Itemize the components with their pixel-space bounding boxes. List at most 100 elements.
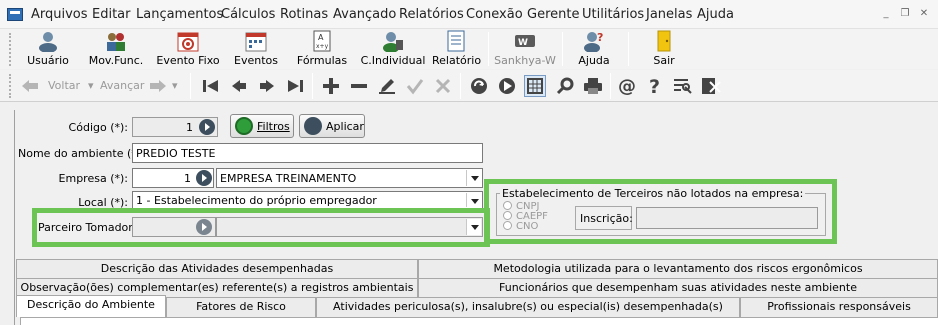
voltar-button[interactable]: Voltar (48, 79, 80, 92)
inscricao-label: Inscrição: (580, 212, 633, 225)
next-record-icon[interactable] (256, 75, 278, 97)
parceiro-lookup-icon[interactable] (196, 219, 212, 235)
ajuda-label: Ajuda (578, 54, 610, 67)
first-record-icon[interactable] (200, 75, 222, 97)
aplicar-button[interactable]: Aplicar (299, 114, 365, 138)
filter-list-icon[interactable] (672, 75, 694, 97)
usuario-label: Usuário (27, 54, 69, 67)
radio-dot (503, 201, 512, 210)
toolbar-separator (488, 32, 489, 66)
tab-profissionais[interactable]: Profissionais responsáveis (740, 297, 938, 317)
menu-avancado[interactable]: Avançado (333, 7, 396, 22)
menu-conexao[interactable]: Conexão (466, 7, 523, 22)
sair-label: Sair (653, 54, 675, 67)
empresa-lookup-icon[interactable] (196, 170, 212, 186)
tab-metodologia[interactable]: Metodologia utilizada para o levantament… (418, 259, 938, 279)
filter-circle-icon (235, 117, 253, 135)
export-icon[interactable] (700, 75, 722, 97)
codigo-lookup-icon[interactable] (199, 119, 215, 135)
ajuda-button[interactable]: ? Ajuda (568, 29, 620, 69)
print-icon[interactable] (582, 75, 604, 97)
grid-view-icon[interactable] (524, 75, 546, 97)
menu-ajuda[interactable]: Ajuda (697, 7, 734, 22)
c-individual-button[interactable]: C.Individual (360, 29, 426, 69)
previous-record-icon[interactable] (228, 75, 250, 97)
chevron-down-icon[interactable] (466, 170, 481, 186)
menu-relatorios[interactable]: Relatórios (399, 7, 464, 22)
last-record-icon[interactable] (284, 75, 306, 97)
svg-text:?: ? (649, 76, 660, 96)
toolbar-grip (9, 74, 15, 98)
remove-icon[interactable] (348, 75, 370, 97)
aplicar-label: Aplicar (326, 119, 364, 133)
empresa-label: Empresa (*): (58, 172, 128, 185)
chevron-down-icon[interactable] (466, 219, 481, 235)
svg-text:x+y: x+y (316, 43, 329, 50)
menu-gerente[interactable]: Gerente (527, 7, 579, 22)
nome-label: Nome do ambiente (*): (18, 147, 145, 160)
toolbar-separator (562, 32, 563, 66)
usuario-button[interactable]: Usuário (20, 29, 76, 69)
formulas-button[interactable]: Ax+y Fórmulas (294, 29, 350, 69)
menu-calculos[interactable]: Cálculos (221, 7, 275, 22)
tab-content-panel (20, 317, 938, 325)
forward-arrow-icon (148, 75, 168, 97)
close-icon[interactable]: ✕ (917, 7, 931, 21)
confirm-icon[interactable] (404, 75, 426, 97)
nome-ambiente-input[interactable]: PREDIO TESTE (132, 143, 483, 163)
filtros-button[interactable]: Filtros (230, 114, 294, 138)
refresh-icon[interactable] (468, 75, 490, 97)
menu-editar[interactable]: Editar (92, 7, 131, 22)
minimize-icon[interactable]: _ (879, 7, 893, 21)
menu-rotinas[interactable]: Rotinas (280, 7, 328, 22)
radio-cno-label: CNO (516, 221, 539, 232)
svg-text:W: W (518, 38, 528, 48)
search-icon[interactable] (554, 75, 576, 97)
codigo-label: Código (*): (68, 121, 128, 134)
empresa-select[interactable]: EMPRESA TREINAMENTO (216, 168, 483, 188)
main-toolbar: Usuário Mov.Func. Evento Fixo Eventos Ax… (0, 29, 938, 69)
svg-text:@: @ (618, 76, 636, 96)
app-icon[interactable] (7, 8, 23, 21)
formula-icon: Ax+y (311, 30, 333, 52)
tab-atividades-periculosas[interactable]: Atividades periculosa(s), insalubre(s) o… (316, 297, 740, 317)
tab-descricao-atividades[interactable]: Descrição das Atividades desempenhadas (16, 259, 418, 279)
tab-funcionarios[interactable]: Funcionários que desempenham suas ativid… (418, 278, 938, 298)
svg-text:A: A (318, 33, 324, 42)
avancar-button[interactable]: Avançar (100, 79, 144, 92)
eventos-button[interactable]: Eventos (228, 29, 284, 69)
relatorio-label: Relatório (432, 54, 482, 67)
menu-arquivos[interactable]: Arquivos (31, 7, 88, 22)
edit-icon[interactable] (376, 75, 398, 97)
evento-fixo-button[interactable]: Evento Fixo (156, 29, 220, 69)
menu-janelas[interactable]: Janelas (646, 7, 692, 22)
radio-dot (503, 221, 512, 230)
add-icon[interactable] (320, 75, 342, 97)
sair-button[interactable]: Sair (636, 29, 692, 69)
toolbar-grip (9, 33, 15, 66)
parceiro-select[interactable] (216, 217, 483, 237)
menu-utilitarios[interactable]: Utilitários (582, 7, 644, 22)
tab-descricao-ambiente[interactable]: Descrição do Ambiente (16, 295, 166, 317)
svg-text:?: ? (597, 31, 603, 44)
relatorio-button[interactable]: Relatório (432, 29, 482, 69)
radio-cno[interactable]: CNO (503, 221, 538, 232)
dropdown-icon[interactable]: ▾ (88, 79, 94, 92)
filtros-label: Filtros (257, 119, 290, 133)
menu-lancamentos[interactable]: Lançamentos (136, 7, 223, 22)
mov-func-button[interactable]: Mov.Func. (86, 29, 146, 69)
sankhya-button[interactable]: W Sankhya-W (494, 29, 556, 69)
help-icon[interactable]: ? (644, 75, 666, 97)
email-icon[interactable]: @ (616, 75, 638, 97)
toolbar-separator (190, 73, 191, 99)
dropdown-icon[interactable]: ▾ (172, 79, 178, 92)
back-arrow-icon (20, 75, 40, 97)
inscricao-field[interactable] (636, 207, 818, 229)
cancel-icon[interactable] (432, 75, 454, 97)
workers-icon (105, 30, 127, 52)
restore-icon[interactable]: ❐ (898, 7, 912, 21)
tab-fatores-risco[interactable]: Fatores de Risco (166, 297, 316, 317)
chevron-down-icon[interactable] (466, 193, 481, 207)
local-select[interactable]: 1 - Estabelecimento do próprio empregado… (132, 191, 483, 209)
goto-icon[interactable] (496, 75, 518, 97)
